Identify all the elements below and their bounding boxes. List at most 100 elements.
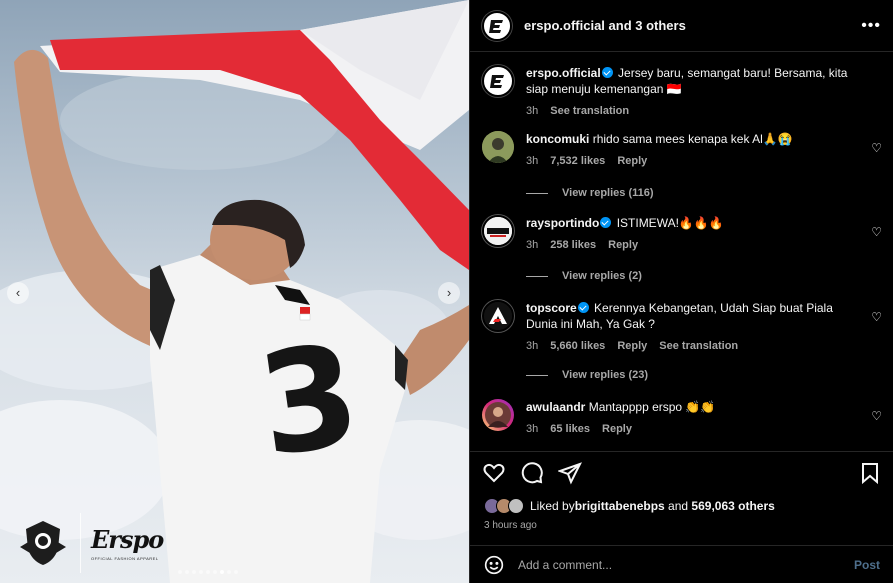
heart-icon[interactable] [482, 461, 506, 485]
like-comment-heart-icon[interactable]: ♡ [871, 225, 882, 239]
post-author[interactable]: erspo.official [524, 18, 605, 33]
chevron-right-icon: › [446, 285, 452, 300]
brand-watermark: Erspo OFFICIAL FASHION APPAREL [16, 512, 164, 574]
bookmark-icon[interactable] [858, 461, 882, 485]
carousel-dot [220, 570, 224, 574]
post-comment-button[interactable]: Post [854, 558, 880, 572]
erspo-logo-icon [489, 19, 503, 33]
verified-badge-icon [601, 67, 613, 78]
likes-prefix: Liked by [530, 499, 575, 513]
comments-list: erspo.official Jersey baru, semangat bar… [470, 53, 893, 451]
comment-username[interactable]: erspo.official [526, 66, 601, 80]
carousel-dot [178, 570, 182, 574]
view-replies-button[interactable]: View replies (23) [526, 369, 648, 381]
carousel-dot [213, 570, 217, 574]
comment-likes[interactable]: 7,532 likes [550, 153, 605, 169]
add-comment-bar: Post [470, 545, 893, 583]
post-actions: Liked by brigittabenebps and 569,063 oth… [470, 451, 893, 533]
carousel-dot [206, 570, 210, 574]
carousel-dot [185, 570, 189, 574]
avatar[interactable] [482, 131, 514, 163]
like-comment-heart-icon[interactable]: ♡ [871, 409, 882, 423]
comment-input[interactable] [518, 557, 854, 572]
comment-username[interactable]: awulaandr [526, 400, 585, 414]
emoji-icon[interactable] [484, 555, 504, 575]
reply-button[interactable]: Reply [617, 338, 647, 354]
like-comment-heart-icon[interactable]: ♡ [871, 141, 882, 155]
post-collaborators[interactable]: and 3 others [605, 18, 686, 33]
comment-username[interactable]: topscore [526, 301, 577, 315]
view-replies-label: View replies (2) [562, 270, 642, 282]
avatar[interactable] [482, 300, 514, 332]
comment-time[interactable]: 3h [526, 237, 538, 253]
avatar[interactable] [482, 399, 514, 431]
likes-count[interactable]: 569,063 others [691, 499, 774, 513]
verified-badge-icon [577, 302, 589, 313]
more-options-button[interactable]: ••• [861, 17, 881, 35]
divider [526, 192, 548, 194]
liker-avatars [484, 498, 524, 514]
erspo-logo: Erspo [91, 525, 164, 554]
carousel-dot [234, 570, 238, 574]
comment-time[interactable]: 3h [526, 338, 538, 354]
comment-username[interactable]: raysportindo [526, 216, 599, 230]
see-translation-link[interactable]: See translation [550, 103, 629, 119]
pssi-crest-logo [20, 521, 66, 565]
share-icon[interactable] [558, 461, 582, 485]
post-header: erspo.official and 3 others ••• [470, 0, 893, 52]
like-comment-heart-icon[interactable]: ♡ [871, 310, 882, 324]
erspo-logo-icon [490, 75, 504, 88]
comment-item: topscore Kerennya Kebangetan, Udah Siap … [482, 300, 882, 354]
reply-button[interactable]: Reply [602, 421, 632, 437]
comment-likes[interactable]: 5,660 likes [550, 338, 605, 354]
reply-button[interactable]: Reply [617, 153, 647, 169]
post-timestamp[interactable]: 3 hours ago [470, 518, 893, 533]
chevron-left-icon: ‹ [15, 285, 21, 300]
brand-divider [80, 513, 81, 573]
comment-item: raysportindo ISTIMEWA!🔥🔥🔥 3h 258 likes R… [482, 215, 882, 253]
view-replies-label: View replies (116) [562, 187, 654, 199]
comment-likes[interactable]: 258 likes [550, 237, 596, 253]
carousel-dot [199, 570, 203, 574]
view-replies-label: View replies (23) [562, 369, 649, 381]
likes-summary: Liked by brigittabenebps and 569,063 oth… [470, 494, 893, 518]
more-horizontal-icon: ••• [861, 16, 881, 34]
reply-button[interactable]: Reply [608, 237, 638, 253]
liker-username[interactable]: brigittabenebps [575, 499, 665, 513]
verified-badge-icon [600, 217, 612, 228]
post-image[interactable]: 3 ‹ › Erspo OFFICIAL FASHION APPAREL [0, 0, 469, 583]
next-slide-button[interactable]: › [438, 282, 460, 304]
avatar[interactable] [482, 65, 514, 97]
likes-middle: and [664, 499, 692, 513]
comment-text: rhido sama mees kenapa kek Al🙏😭 [592, 132, 793, 146]
comment-item: koncomuki rhido sama mees kenapa kek Al🙏… [482, 131, 882, 169]
avatar [508, 498, 524, 514]
comment-time[interactable]: 3h [526, 421, 538, 437]
comment-item: awulaandr Mantapppp erspo 👏👏 3h 65 likes… [482, 399, 882, 437]
user-photo-icon [485, 402, 511, 428]
raysport-logo-icon [484, 217, 512, 245]
view-replies-button[interactable]: View replies (2) [526, 270, 642, 282]
comment-icon[interactable] [520, 461, 544, 485]
caption: erspo.official Jersey baru, semangat bar… [482, 65, 882, 119]
brand-subtext: OFFICIAL FASHION APPAREL [91, 556, 159, 561]
player-with-flag-photo: 3 [0, 0, 469, 583]
comment-likes[interactable]: 65 likes [550, 421, 590, 437]
user-photo-icon [482, 131, 514, 163]
post-details-panel: erspo.official and 3 others ••• erspo.of… [469, 0, 893, 583]
comment-text: Mantapppp erspo 👏👏 [588, 400, 716, 414]
divider [526, 374, 548, 376]
carousel-dot [227, 570, 231, 574]
avatar[interactable] [482, 10, 512, 41]
comment-username[interactable]: koncomuki [526, 132, 589, 146]
view-replies-button[interactable]: View replies (116) [526, 187, 654, 199]
avatar[interactable] [482, 215, 514, 247]
comment-time[interactable]: 3h [526, 153, 538, 169]
previous-slide-button[interactable]: ‹ [7, 282, 29, 304]
divider [526, 275, 548, 277]
post-author-line: erspo.official and 3 others [524, 18, 686, 33]
carousel-indicator [178, 570, 238, 574]
carousel-dot [192, 570, 196, 574]
comment-time[interactable]: 3h [526, 103, 538, 119]
see-translation-link[interactable]: See translation [659, 338, 738, 354]
